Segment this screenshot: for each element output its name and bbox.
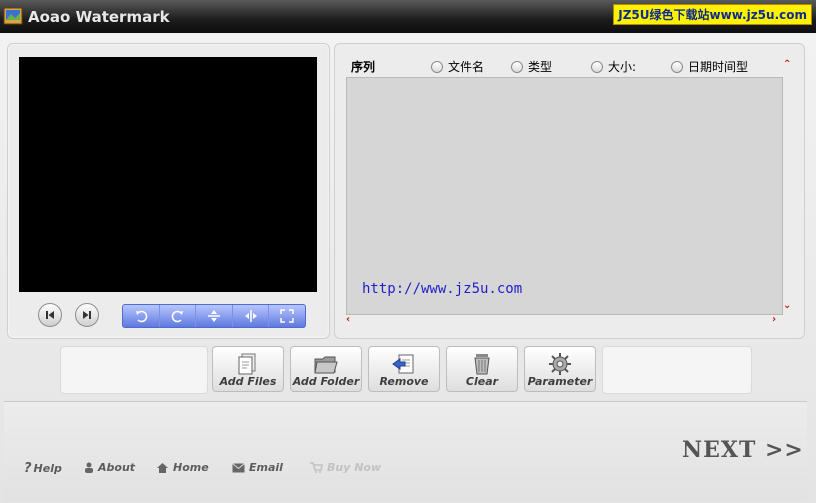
add-folder-icon	[314, 356, 338, 374]
file-list-header: 序列 文件名 类型 大小: 日期时间型	[345, 56, 781, 76]
gear-icon	[549, 353, 571, 375]
help-link[interactable]: ? Help	[24, 461, 62, 476]
radio-icon[interactable]	[591, 60, 603, 73]
sort-by-type[interactable]: 类型	[511, 58, 552, 75]
add-files-label: Add Files	[219, 375, 277, 388]
radio-icon[interactable]	[511, 60, 523, 73]
sort-label-type: 类型	[528, 60, 553, 74]
watermark-badge: JZ5U绿色下载站www.jz5u.com	[613, 4, 812, 25]
flip-vertical-icon	[208, 310, 221, 322]
clear-button[interactable]: Clear	[446, 346, 518, 392]
trash-icon	[474, 354, 490, 375]
rotate-left-button[interactable]	[123, 305, 160, 327]
rotate-left-icon	[136, 310, 148, 323]
window-title: Aoao Watermark	[28, 8, 170, 26]
clear-label: Clear	[465, 375, 499, 388]
sort-by-datetime[interactable]: 日期时间型	[671, 58, 748, 75]
email-label: Email	[249, 461, 283, 474]
watermark-url: http://www.jz5u.com	[362, 281, 523, 297]
email-icon	[232, 462, 245, 472]
remove-icon	[392, 354, 414, 374]
remove-button[interactable]: Remove	[368, 346, 440, 392]
file-list[interactable]: http://www.jz5u.com	[346, 77, 783, 315]
parameter-button[interactable]: Parameter	[524, 346, 596, 392]
flip-vertical-button[interactable]	[196, 305, 233, 327]
column-index[interactable]: 序列	[351, 58, 375, 75]
radio-icon[interactable]	[431, 60, 443, 73]
main-content: 序列 文件名 类型 大小: 日期时间型 http://www.jz5u.com …	[0, 33, 816, 503]
help-icon: ?	[24, 461, 32, 476]
scroll-left-icon[interactable]: ‹	[346, 315, 350, 325]
user-icon	[85, 462, 93, 473]
add-files-icon	[238, 353, 256, 375]
transform-toolbar	[122, 304, 306, 328]
home-link[interactable]: Home	[156, 461, 209, 474]
buy-now-label: Buy Now	[327, 461, 382, 474]
file-list-panel: 序列 文件名 类型 大小: 日期时间型 http://www.jz5u.com …	[334, 43, 805, 339]
cart-icon	[310, 462, 323, 473]
toolbar-spacer-left	[60, 346, 208, 394]
sort-label-datetime: 日期时间型	[688, 60, 749, 74]
remove-label: Remove	[379, 375, 429, 388]
buy-now-link[interactable]: Buy Now	[310, 461, 381, 474]
sort-label-size: 大小:	[608, 60, 637, 74]
flip-horizontal-icon	[244, 310, 257, 322]
home-label: Home	[173, 461, 209, 474]
about-link[interactable]: About	[84, 461, 135, 474]
parameter-label: Parameter	[527, 375, 593, 388]
toolbar-spacer-right	[602, 346, 752, 394]
scroll-right-icon[interactable]: ›	[772, 315, 776, 325]
sort-label-filename: 文件名	[448, 60, 485, 74]
sort-by-filename[interactable]: 文件名	[431, 58, 484, 75]
add-folder-label: Add Folder	[292, 375, 360, 388]
vertical-scrollbar[interactable]: ⌃ ⌄	[782, 58, 794, 313]
sort-by-size[interactable]: 大小:	[591, 58, 636, 75]
home-icon	[157, 463, 168, 473]
next-file-button[interactable]	[75, 303, 99, 327]
email-link[interactable]: Email	[232, 461, 283, 474]
horizontal-scrollbar[interactable]: ‹ ›	[346, 314, 781, 326]
next-button[interactable]: NEXT >>	[682, 437, 804, 463]
previous-button[interactable]	[38, 303, 62, 327]
add-files-button[interactable]: Add Files	[212, 346, 284, 392]
rotate-right-button[interactable]	[160, 305, 197, 327]
fullscreen-icon	[280, 309, 295, 323]
rotate-right-icon	[171, 310, 183, 323]
about-label: About	[98, 461, 136, 474]
radio-icon[interactable]	[671, 60, 683, 73]
title-bar: Aoao Watermark JZ5U绿色下载站www.jz5u.com	[0, 0, 816, 33]
skip-forward-icon	[83, 311, 91, 319]
add-folder-button[interactable]: Add Folder	[290, 346, 362, 392]
flip-horizontal-button[interactable]	[233, 305, 270, 327]
scroll-up-icon[interactable]: ⌃	[783, 60, 791, 70]
video-preview	[19, 57, 317, 292]
scroll-down-icon[interactable]: ⌄	[783, 301, 791, 311]
app-icon	[3, 7, 23, 25]
fullscreen-button[interactable]	[269, 305, 305, 327]
help-label: Help	[33, 462, 62, 475]
skip-back-icon	[46, 311, 54, 319]
preview-panel	[7, 43, 330, 339]
